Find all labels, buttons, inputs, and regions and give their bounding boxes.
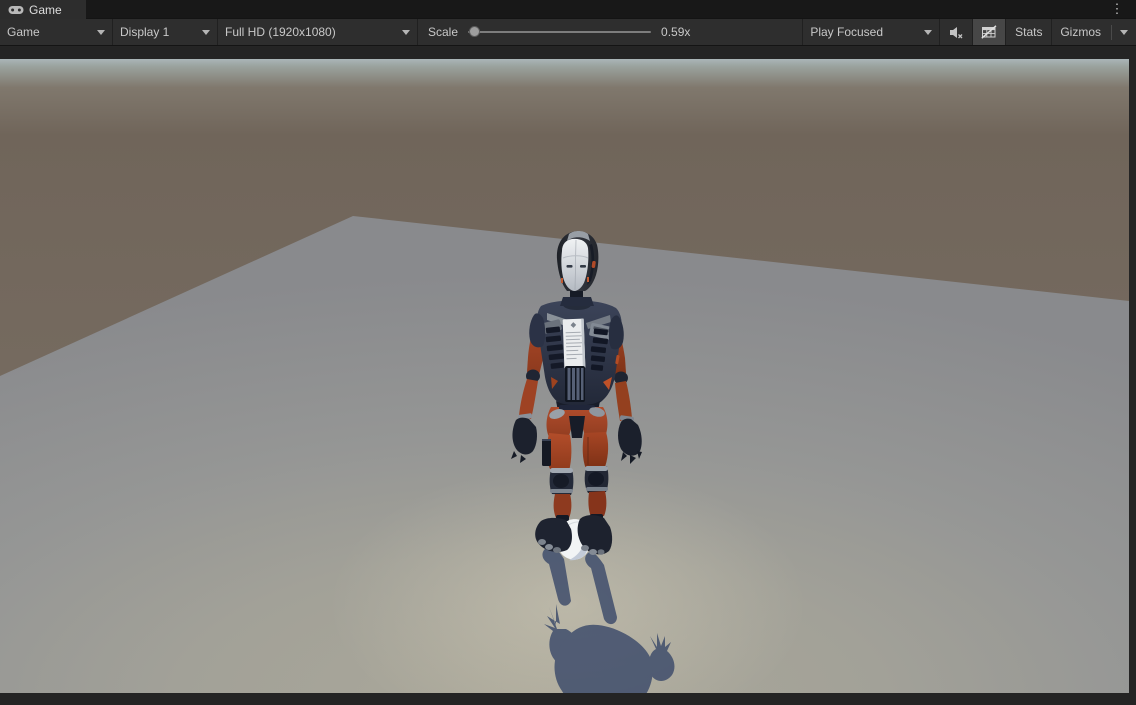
tab-game[interactable]: Game [0,0,86,19]
play-focused-dropdown[interactable]: Play Focused [802,19,940,45]
chevron-down-icon [202,30,210,35]
mute-audio-button[interactable] [940,19,973,45]
gizmos-divider [1111,25,1112,40]
game-view-toolbar: Game Display 1 Full HD (1920x1080) Scale… [0,19,1136,46]
resolution-dropdown-value: Full HD (1920x1080) [225,25,336,39]
scale-label: Scale [428,25,458,39]
graph-grid-icon [981,25,997,39]
viewport-frame [0,47,1136,705]
rendered-scene [0,59,1129,693]
display-dropdown[interactable]: Display 1 [113,19,218,45]
robot-chest-label [563,319,586,369]
tab-game-label: Game [29,3,62,17]
tab-strip: Game ⋮ [0,0,1136,19]
speaker-muted-icon [949,26,964,39]
gamepad-icon [8,5,24,15]
kebab-menu-icon[interactable]: ⋮ [1108,0,1126,19]
stats-button-label: Stats [1015,25,1042,39]
unity-game-view-window: Game ⋮ Game Display 1 Full HD (1920x1080… [0,0,1136,705]
stats-button[interactable]: Stats [1006,19,1052,45]
resolution-dropdown[interactable]: Full HD (1920x1080) [218,19,418,45]
toolbar-right-group: Play Focused Stats [802,19,1136,45]
display-dropdown-value: Display 1 [120,25,169,39]
scale-slider-knob[interactable] [469,26,480,37]
scale-slider[interactable] [468,31,651,33]
game-render-surface[interactable] [0,59,1129,693]
chevron-down-icon [97,30,105,35]
chevron-down-icon [402,30,410,35]
metrics-button[interactable] [973,19,1006,45]
scale-value: 0.59x [661,25,690,39]
game-mode-dropdown-value: Game [7,25,40,39]
game-mode-dropdown[interactable]: Game [0,19,113,45]
gizmos-label: Gizmos [1060,25,1101,39]
gizmos-dropdown[interactable]: Gizmos [1052,19,1136,45]
chevron-down-icon [1120,30,1128,35]
chevron-down-icon [924,30,932,35]
play-focused-value: Play Focused [810,25,883,39]
scale-cluster: Scale 0.59x [418,19,690,45]
